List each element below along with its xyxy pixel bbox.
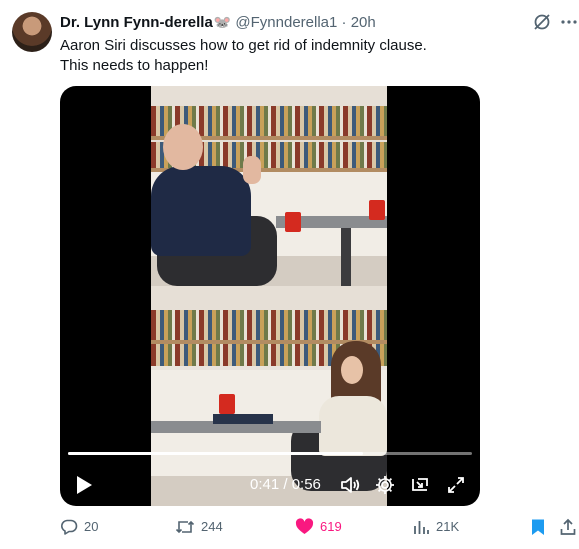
like-button[interactable]: 619 xyxy=(295,518,342,536)
heart-icon xyxy=(295,518,314,534)
tweet-text-line: Aaron Siri discusses how to get rid of i… xyxy=(60,37,427,54)
repost-icon xyxy=(175,520,195,534)
video-player[interactable]: 0:41 / 0:56 xyxy=(60,86,480,506)
tweet-timestamp[interactable]: 20h xyxy=(351,14,376,31)
fullscreen-icon[interactable] xyxy=(445,474,467,496)
views-count: 21K xyxy=(436,519,460,534)
views-chart-icon xyxy=(414,521,429,534)
author-display-name[interactable]: Dr. Lynn Fynn-derella xyxy=(60,14,213,31)
views-button[interactable]: 21K xyxy=(412,518,459,536)
reply-count: 20 xyxy=(84,519,99,534)
reply-button[interactable]: 20 xyxy=(60,518,98,536)
share-button[interactable] xyxy=(559,518,577,536)
video-frame[interactable] xyxy=(151,86,387,506)
reply-icon xyxy=(61,519,78,535)
author-avatar[interactable] xyxy=(12,12,52,52)
separator-dot: · xyxy=(341,14,347,31)
grok-icon[interactable] xyxy=(532,12,552,32)
tweet-header: Dr. Lynn Fynn-derella🐭 @Fynnderella1 · 2… xyxy=(60,13,529,32)
video-scene-top xyxy=(151,86,387,286)
author-handle[interactable]: @Fynnderella1 xyxy=(235,14,337,31)
play-icon[interactable] xyxy=(74,474,94,496)
repost-button[interactable]: 244 xyxy=(175,518,223,536)
picture-in-picture-icon[interactable] xyxy=(409,474,431,496)
tweet-text: Aaron Siri discusses how to get rid of i… xyxy=(60,36,559,76)
share-icon xyxy=(560,518,576,535)
more-options-icon[interactable] xyxy=(559,12,579,32)
bookmark-button[interactable] xyxy=(530,518,546,536)
video-controls: 0:41 / 0:56 xyxy=(60,466,480,506)
video-time-display: 0:41 / 0:56 xyxy=(250,476,321,493)
author-name-emoji: 🐭 xyxy=(213,14,232,30)
volume-icon[interactable] xyxy=(339,474,361,496)
settings-gear-icon[interactable] xyxy=(374,474,396,496)
video-progress-bar[interactable] xyxy=(68,452,472,455)
like-count: 619 xyxy=(320,519,342,534)
repost-count: 244 xyxy=(201,519,223,534)
tweet-text-line: This needs to happen! xyxy=(60,57,209,74)
bookmark-icon xyxy=(532,519,544,535)
tweet-action-bar: 20 244 619 21K xyxy=(60,516,579,540)
video-progress-fill xyxy=(68,452,363,455)
